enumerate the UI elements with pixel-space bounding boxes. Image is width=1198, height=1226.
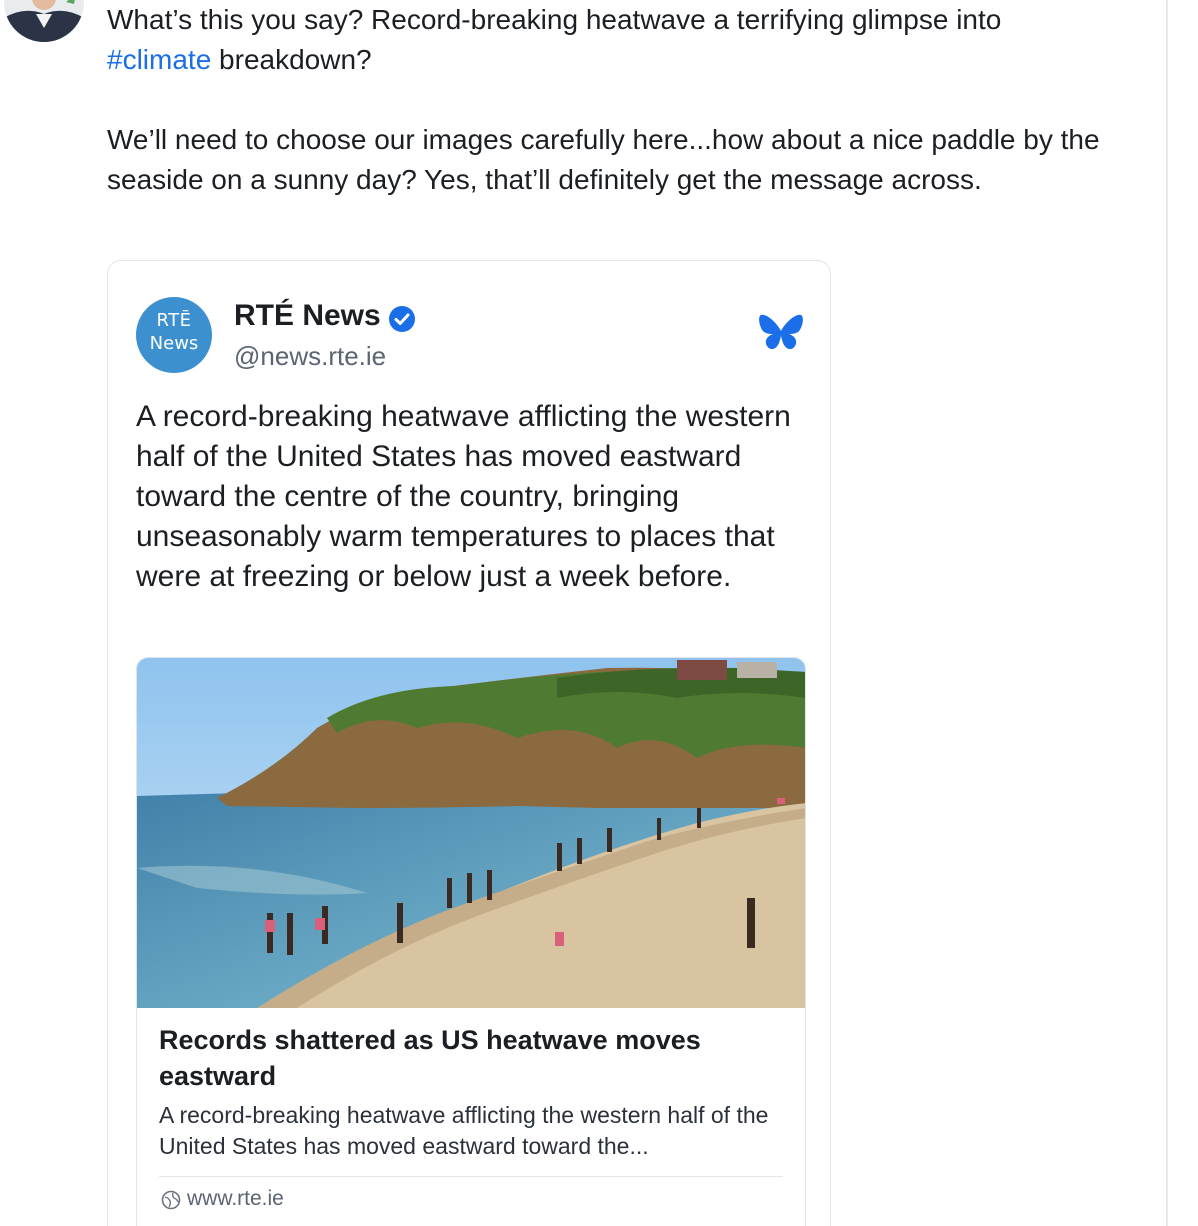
butterfly-icon[interactable] <box>758 313 804 355</box>
link-preview-card[interactable]: Records shattered as US heatwave moves e… <box>136 657 806 1226</box>
rte-logo-text: RTĒ <box>156 310 192 331</box>
user-avatar[interactable] <box>4 0 84 42</box>
timeline-border <box>1166 0 1168 1226</box>
rte-news-avatar[interactable]: RTĒ News <box>136 297 212 373</box>
hashtag-climate-link[interactable]: #climate <box>107 44 211 75</box>
post-line-2: breakdown? <box>211 44 372 75</box>
link-title[interactable]: Records shattered as US heatwave moves e… <box>159 1022 779 1094</box>
post-paragraph-1: What’s this you say? Record-breaking hea… <box>107 0 1157 80</box>
beach-photo[interactable] <box>137 658 806 1008</box>
embed-post-text: A record-breaking heatwave afflicting th… <box>136 400 791 593</box>
link-divider <box>159 1176 783 1177</box>
rte-logo-news-text: News <box>149 333 199 354</box>
embed-author-handle[interactable]: @news.rte.ie <box>234 341 386 372</box>
link-description: A record-breaking heatwave afflicting th… <box>159 1102 769 1159</box>
embed-author-name[interactable]: RTÉ News <box>234 299 381 333</box>
globe-icon <box>161 1190 181 1210</box>
verified-badge-icon <box>389 306 415 332</box>
link-domain[interactable]: www.rte.ie <box>187 1187 284 1211</box>
post-body: What’s this you say? Record-breaking hea… <box>107 0 1157 200</box>
post-paragraph-2: We’ll need to choose our images carefull… <box>107 124 1100 195</box>
post-line-1: What’s this you say? Record-breaking hea… <box>107 4 1002 35</box>
embedded-post-card[interactable]: RTĒ News RTÉ News @news.rte.ie A record-… <box>107 260 831 1226</box>
